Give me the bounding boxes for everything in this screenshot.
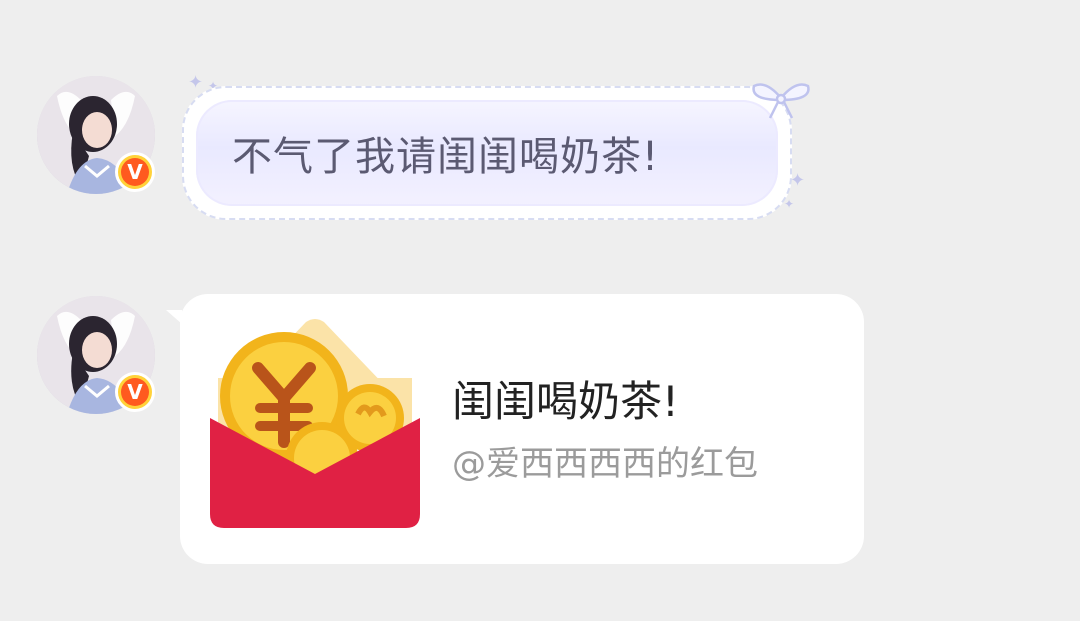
verified-badge-icon: V (115, 152, 155, 192)
bubble-inner: 不气了我请闺闺喝奶茶! (196, 100, 778, 206)
sender-avatar[interactable]: V (37, 76, 155, 194)
sparkle-icon: ✦ (188, 72, 204, 93)
verified-badge-icon: V (115, 372, 155, 412)
red-packet-icon (210, 319, 420, 528)
red-packet-sender: @爱西西西西的红包 (452, 444, 758, 484)
chat-area: V ✦ ✦ 不气了我请闺闺喝奶茶! ✦ ✦ V 闺闺喝奶茶! @爱西西西西的红包 (0, 0, 1080, 621)
text-message-bubble[interactable]: 不气了我请闺闺喝奶茶! (182, 86, 792, 220)
ribbon-bow-icon (752, 83, 810, 119)
message-text: 不气了我请闺闺喝奶茶! (232, 134, 660, 180)
sender-avatar[interactable]: V (37, 296, 155, 414)
red-packet-title: 闺闺喝奶茶! (452, 377, 679, 426)
sparkle-icon: ✦ (790, 170, 806, 191)
sparkle-icon: ✦ (784, 197, 795, 211)
